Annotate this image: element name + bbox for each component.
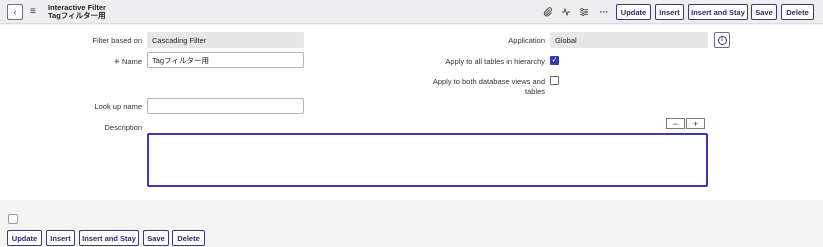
footer-insert-button[interactable]: Insert <box>46 230 75 246</box>
apply-db-views-label-line1: Apply to both database views and <box>432 77 545 86</box>
footer-insert-and-stay-button[interactable]: Insert and Stay <box>79 230 139 246</box>
description-label: Description <box>104 123 142 132</box>
activity-svg <box>562 7 570 17</box>
insert-and-stay-button[interactable]: Insert and Stay <box>688 4 748 20</box>
more-options-icon[interactable]: ··· <box>597 5 611 19</box>
lookup-name-label: Look up name <box>94 102 142 111</box>
name-label-wrap: ✳ Name <box>40 57 142 66</box>
minus-icon: − <box>672 118 679 129</box>
filter-based-on-field: Cascading Filter <box>147 32 304 48</box>
form-header: ‹ ≡ Interactive Filter Tagフィルター用 ··· Upd… <box>0 0 823 24</box>
filter-based-on-label: Filter based on <box>92 36 142 45</box>
delete-button[interactable]: Delete <box>781 4 814 20</box>
application-label: Application <box>508 36 545 45</box>
required-icon: ✳ <box>113 57 120 66</box>
footer-delete-button[interactable]: Delete <box>172 230 205 246</box>
form-body: Filter based on Cascading Filter ✳ Name … <box>0 25 823 200</box>
save-button[interactable]: Save <box>751 4 777 20</box>
expand-textarea-button[interactable]: + <box>686 118 705 129</box>
hamburger-menu-icon[interactable]: ≡ <box>30 6 36 18</box>
paperclip-svg <box>543 7 552 17</box>
related-links-toggle[interactable] <box>8 214 18 224</box>
apply-hierarchy-label: Apply to all tables in hierarchy <box>445 57 545 66</box>
sliders-svg <box>580 8 588 16</box>
description-textarea[interactable] <box>147 133 708 187</box>
chevron-left-icon: ‹ <box>13 7 17 17</box>
apply-db-views-label-line2: tables <box>524 87 545 96</box>
record-title: Interactive Filter Tagフィルター用 <box>48 4 106 20</box>
update-button[interactable]: Update <box>616 4 651 20</box>
insert-button[interactable]: Insert <box>655 4 684 20</box>
paperclip-icon[interactable] <box>541 5 555 19</box>
name-field[interactable]: Tagフィルター用 <box>147 52 304 68</box>
plus-icon: + <box>692 118 699 129</box>
apply-db-views-checkbox[interactable] <box>550 76 559 85</box>
shrink-textarea-button[interactable]: − <box>666 118 685 129</box>
lookup-name-field[interactable] <box>147 98 304 114</box>
checkmark-icon: ✓ <box>551 57 558 64</box>
application-info-button[interactable]: i <box>714 32 730 48</box>
apply-hierarchy-checkbox[interactable]: ✓ <box>550 56 559 65</box>
apply-db-views-label: Apply to both database views and tables <box>400 77 545 97</box>
back-button[interactable]: ‹ <box>7 4 23 20</box>
application-field: Global <box>550 32 708 48</box>
sliders-icon[interactable] <box>577 5 591 19</box>
name-label: Name <box>121 57 142 66</box>
footer-update-button[interactable]: Update <box>7 230 42 246</box>
page-subtitle: Tagフィルター用 <box>48 11 106 20</box>
activity-icon[interactable] <box>559 5 573 19</box>
info-icon: i <box>717 35 727 45</box>
footer-save-button[interactable]: Save <box>143 230 169 246</box>
